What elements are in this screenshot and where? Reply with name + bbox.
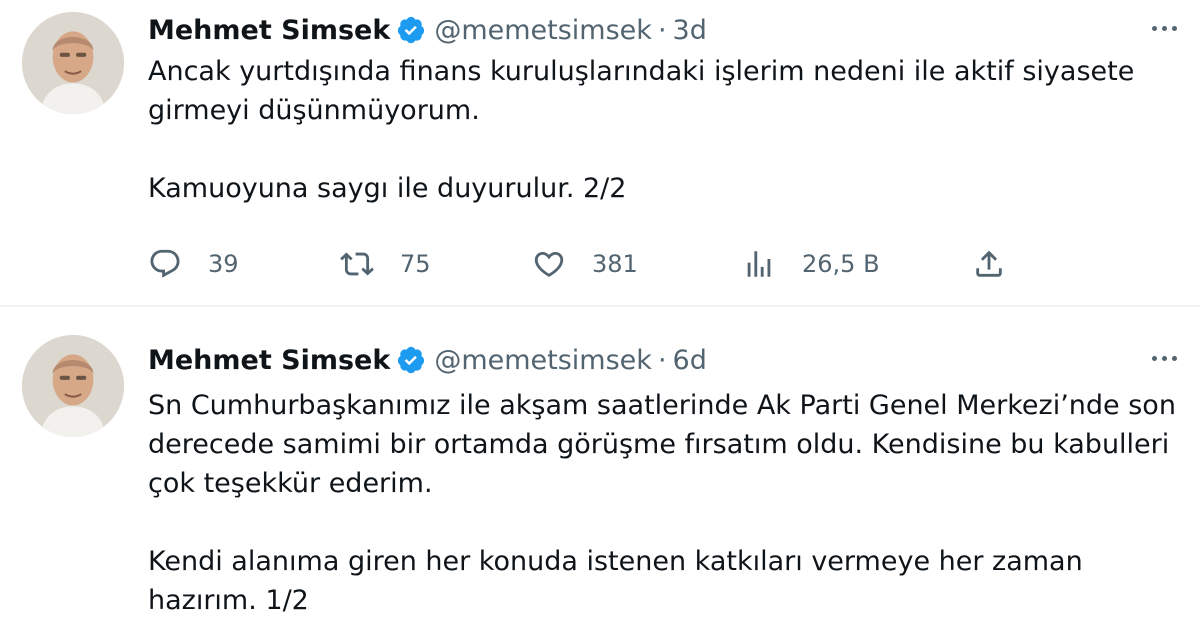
tweet-actions: 39 75 381 26,5 B — [148, 244, 1028, 284]
author-handle[interactable]: @memetsimsek — [434, 345, 652, 376]
like-icon — [534, 251, 564, 277]
more-options-icon[interactable] — [1142, 343, 1186, 373]
like-button[interactable]: 381 — [532, 244, 638, 284]
reply-count: 39 — [208, 250, 239, 278]
avatar[interactable] — [22, 335, 124, 437]
share-button[interactable] — [972, 244, 1006, 284]
retweet-button[interactable]: 75 — [340, 244, 431, 284]
views-icon — [747, 251, 771, 277]
tweet-paragraph: Ancak yurtdışında finans kuruluşlarındak… — [148, 56, 1135, 126]
more-options-icon[interactable] — [1142, 13, 1186, 43]
tweet[interactable]: Mehmet Simsek @memetsimsek · 3d Ancak yu… — [0, 0, 1200, 306]
like-count: 381 — [592, 250, 638, 278]
separator-dot: · — [657, 344, 667, 376]
tweet-header: Mehmet Simsek @memetsimsek · 3d — [148, 10, 707, 50]
separator-dot: · — [657, 14, 667, 46]
tweet-paragraph: Kamuoyuna saygı ile duyurulur. 2/2 — [148, 173, 627, 204]
author-name[interactable]: Mehmet Simsek — [148, 15, 390, 46]
retweet-count: 75 — [400, 250, 431, 278]
avatar[interactable] — [22, 12, 124, 114]
verified-badge-icon — [398, 16, 425, 44]
tweet-header: Mehmet Simsek @memetsimsek · 6d — [148, 340, 707, 380]
tweet-timestamp[interactable]: 3d — [673, 15, 707, 46]
views-count: 26,5 B — [802, 250, 880, 278]
tweet[interactable]: Mehmet Simsek @memetsimsek · 6d Sn Cumhu… — [0, 307, 1200, 636]
retweet-icon — [340, 252, 374, 276]
verified-badge-icon — [398, 346, 425, 374]
avatar-image — [22, 12, 124, 114]
tweet-paragraph: Sn Cumhurbaşkanımız ile akşam saatlerind… — [148, 390, 1176, 499]
tweet-text: Sn Cumhurbaşkanımız ile akşam saatlerind… — [148, 386, 1178, 620]
reply-icon — [150, 249, 180, 278]
share-icon — [976, 250, 1002, 277]
author-handle[interactable]: @memetsimsek — [434, 15, 652, 46]
views-button[interactable]: 26,5 B — [742, 244, 880, 284]
reply-button[interactable]: 39 — [148, 244, 239, 284]
tweet-timestamp[interactable]: 6d — [673, 345, 707, 376]
author-name[interactable]: Mehmet Simsek — [148, 345, 390, 376]
avatar-image — [22, 335, 124, 437]
tweet-paragraph: Kendi alanıma giren her konuda istenen k… — [148, 546, 1083, 616]
tweet-text: Ancak yurtdışında finans kuruluşlarındak… — [148, 52, 1178, 208]
